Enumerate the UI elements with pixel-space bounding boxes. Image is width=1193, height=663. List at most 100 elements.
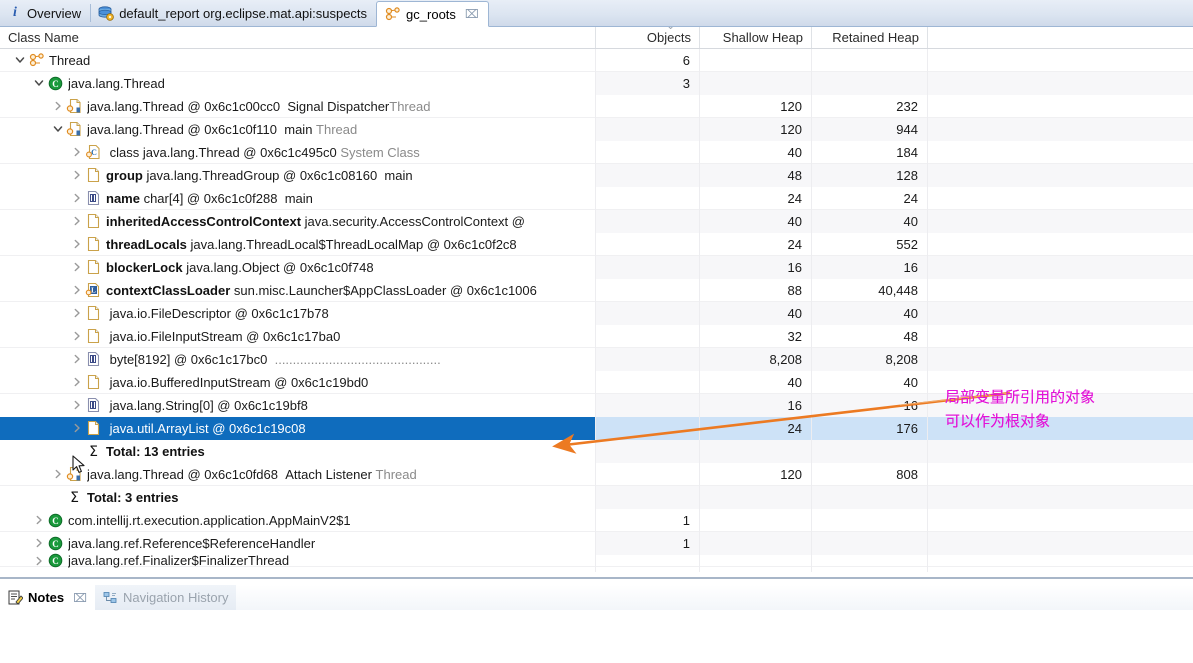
editor-tab-bar: i Overview default_report org.eclipse.ma… (0, 0, 1193, 27)
tree-twisty-collapsed-icon[interactable] (69, 397, 85, 413)
cell-retained-heap: 128 (812, 163, 928, 187)
cell-class-name: Σ Total: 3 entries (0, 485, 596, 509)
tree-twisty-collapsed-icon[interactable] (69, 420, 85, 436)
column-header-retained-heap[interactable]: Retained Heap (812, 27, 928, 48)
cell-class-name: inheritedAccessControlContext java.secur… (0, 209, 596, 233)
column-header-extra[interactable] (928, 27, 1193, 48)
table-row[interactable]: LcontextClassLoader sun.misc.Launcher$Ap… (0, 278, 1193, 302)
tree-twisty-collapsed-icon[interactable] (69, 190, 85, 206)
cell-retained-heap: 24 (812, 186, 928, 210)
tab-default-report[interactable]: default_report org.eclipse.mat.api:suspe… (90, 0, 376, 26)
tab-overview[interactable]: i Overview (0, 0, 90, 26)
cell-extra (928, 393, 1193, 417)
table-row[interactable]: java.io.FileInputStream @ 0x6c1c17ba0 32 4… (0, 324, 1193, 348)
row-label: byte[8192] @ 0x6c1c17bc0 ...............… (106, 352, 441, 367)
notes-editor-area[interactable] (0, 611, 1193, 663)
table-row[interactable]: group java.lang.ThreadGroup @ 0x6c1c0816… (0, 163, 1193, 187)
tab-gc-roots[interactable]: gc_roots ⌧ (376, 1, 489, 27)
table-row[interactable]: Ccom.intellij.rt.execution.application.A… (0, 508, 1193, 532)
table-row[interactable]: java.lang.Thread @ 0x6c1c0f110 main Thre… (0, 117, 1193, 141)
cell-retained-heap: 552 (812, 232, 928, 256)
cell-objects (596, 393, 700, 417)
cell-shallow-heap: 8,208 (700, 347, 812, 371)
row-label-text: java.io.BufferedInputStream @ 0x6c1c19bd… (106, 374, 369, 390)
row-label-text: com.intellij.rt.execution.application.Ap… (68, 512, 351, 528)
tab-notes-label: Notes (28, 590, 65, 605)
table-row[interactable]: byte[8192] @ 0x6c1c17bc0 ...............… (0, 347, 1193, 371)
tree-twisty-expanded-icon[interactable] (12, 52, 28, 68)
tree-twisty-expanded-icon[interactable] (50, 121, 66, 137)
column-header-objects[interactable]: ⌄ Objects (596, 27, 700, 48)
row-label-bold: threadLocals (106, 236, 187, 252)
row-label: java.lang.Thread @ 0x6c1c0fd68 Attach Li… (87, 467, 417, 482)
table-row[interactable]: java.io.FileDescriptor @ 0x6c1c17b78 40 40 (0, 301, 1193, 325)
tree-twisty-collapsed-icon[interactable] (69, 282, 85, 298)
tree-twisty-collapsed-icon[interactable] (50, 98, 66, 114)
tab-default-report-label: default_report org.eclipse.mat.api:suspe… (119, 5, 368, 21)
table-row[interactable]: Σ Total: 3 entries (0, 485, 1193, 509)
close-icon[interactable]: ⌧ (73, 592, 87, 604)
tree-twisty-collapsed-icon[interactable] (69, 305, 85, 321)
row-label-text: char[4] @ 0x6c1c0f288 main (139, 190, 313, 206)
table-row[interactable]: Cjava.lang.Thread 3 (0, 71, 1193, 95)
row-label-bold: group (106, 167, 143, 183)
cell-class-name: byte[8192] @ 0x6c1c17bc0 ...............… (0, 347, 596, 371)
table-row[interactable]: java.lang.Thread @ 0x6c1c0fd68 Attach Li… (0, 462, 1193, 486)
gc-roots-icon (28, 52, 45, 68)
gc-roots-tree-table: Class Name ⌄ Objects Shallow Heap Retain… (0, 27, 1193, 579)
table-row[interactable]: Σ Total: 13 entries (0, 439, 1193, 463)
tree-twisty-none (50, 489, 66, 505)
tree-twisty-collapsed-icon[interactable] (69, 351, 85, 367)
row-label: Total: 3 entries (87, 490, 179, 505)
cell-shallow-heap: 40 (700, 370, 812, 394)
tree-twisty-collapsed-icon[interactable] (69, 259, 85, 275)
report-db-icon (98, 5, 114, 21)
tree-twisty-collapsed-icon[interactable] (31, 512, 47, 528)
tab-notes[interactable]: Notes ⌧ (0, 585, 95, 610)
table-row[interactable]: java.io.BufferedInputStream @ 0x6c1c19bd… (0, 370, 1193, 394)
row-label-text: java.lang.Thread @ 0x6c1c00cc0 Signal Di… (87, 98, 390, 114)
tree-twisty-none (69, 443, 85, 459)
tree-twisty-collapsed-icon[interactable] (69, 374, 85, 390)
tab-navigation-history[interactable]: Navigation History (94, 585, 237, 610)
cell-objects: 1 (596, 508, 700, 532)
close-icon[interactable]: ⌧ (465, 8, 479, 20)
table-row[interactable]: name char[4] @ 0x6c1c0f288 main 24 24 (0, 186, 1193, 210)
notes-icon (8, 590, 24, 605)
cell-shallow-heap: 16 (700, 393, 812, 417)
cell-objects (596, 278, 700, 302)
table-row[interactable]: Thread 6 (0, 48, 1193, 72)
table-row[interactable]: java.util.ArrayList @ 0x6c1c19c08 24 176 (0, 416, 1193, 440)
cell-shallow-heap (700, 485, 812, 509)
tree-twisty-collapsed-icon[interactable] (69, 144, 85, 160)
table-row[interactable]: inheritedAccessControlContext java.secur… (0, 209, 1193, 233)
tree-twisty-collapsed-icon[interactable] (69, 328, 85, 344)
row-label: java.lang.ref.Finalizer$FinalizerThread (68, 553, 289, 568)
table-row[interactable]: C class java.lang.Thread @ 0x6c1c495c0 S… (0, 140, 1193, 164)
tree-twisty-collapsed-icon[interactable] (69, 213, 85, 229)
table-row[interactable]: java.lang.String[0] @ 0x6c1c19bf8 16 16 (0, 393, 1193, 417)
row-label-text: java.lang.ref.Finalizer$FinalizerThread (68, 553, 290, 568)
sigma-icon: Σ (66, 489, 83, 505)
cell-extra (928, 117, 1193, 141)
column-header-shallow-heap[interactable]: Shallow Heap (700, 27, 812, 48)
cell-objects (596, 163, 700, 187)
svg-text:C: C (91, 148, 97, 157)
tree-twisty-collapsed-icon[interactable] (69, 236, 85, 252)
cell-extra (928, 371, 1193, 394)
tree-twisty-collapsed-icon[interactable] (31, 553, 47, 569)
table-row[interactable]: threadLocals java.lang.ThreadLocal$Threa… (0, 232, 1193, 256)
row-label-text: byte[8192] @ 0x6c1c17bc0 (106, 351, 275, 367)
row-label-text: class java.lang.Thread @ 0x6c1c495c0 (106, 144, 341, 160)
table-row[interactable]: blockerLock java.lang.Object @ 0x6c1c0f7… (0, 255, 1193, 279)
tree-twisty-collapsed-icon[interactable] (69, 167, 85, 183)
row-label: threadLocals java.lang.ThreadLocal$Threa… (106, 237, 517, 252)
table-row[interactable]: java.lang.Thread @ 0x6c1c00cc0 Signal Di… (0, 94, 1193, 118)
tree-twisty-expanded-icon[interactable] (31, 75, 47, 91)
cell-retained-heap: 176 (812, 416, 928, 440)
cell-retained-heap: 40,448 (812, 278, 928, 302)
tree-twisty-collapsed-icon[interactable] (50, 466, 66, 482)
table-row[interactable]: Cjava.lang.ref.Finalizer$FinalizerThread (0, 549, 1193, 572)
row-label-text: java.lang.Thread (68, 75, 165, 91)
column-header-class-name[interactable]: Class Name (0, 27, 596, 48)
